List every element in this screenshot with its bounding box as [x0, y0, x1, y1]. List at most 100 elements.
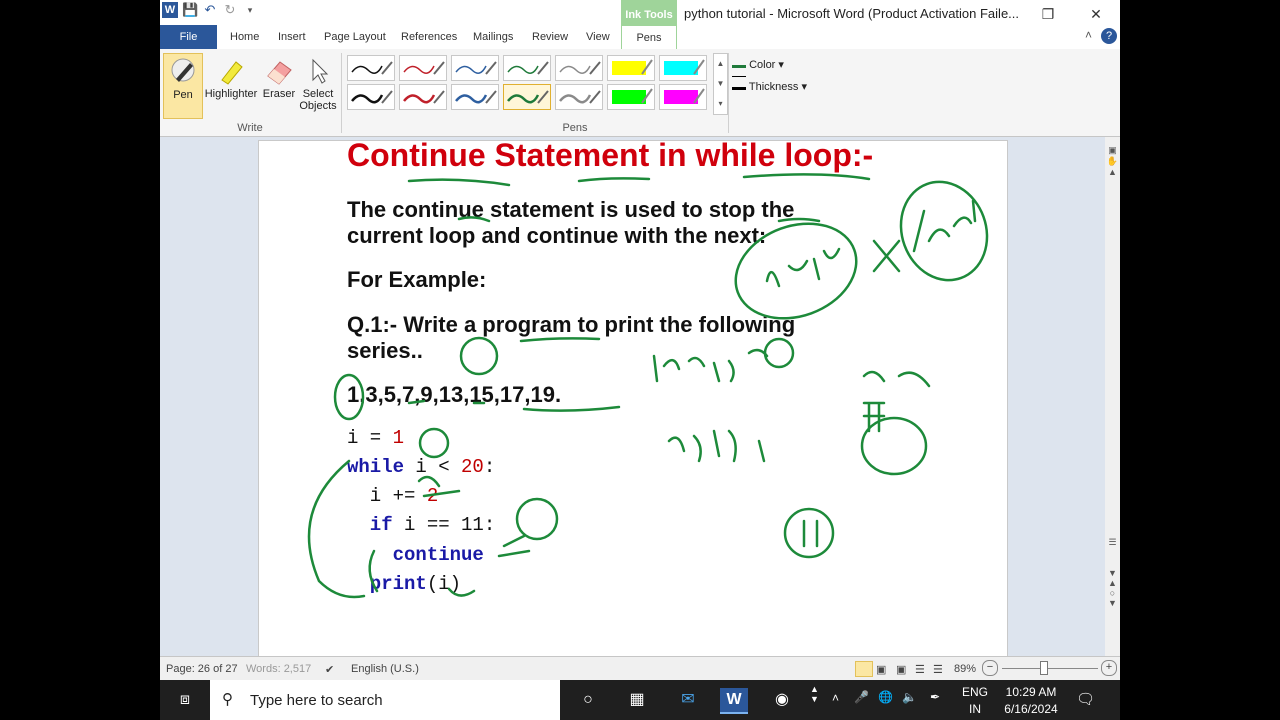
ink-tool-icon[interactable]: ▣ [1105, 145, 1120, 156]
pen-style-option[interactable] [399, 84, 447, 110]
tab-pens[interactable]: Pens [621, 25, 677, 50]
customize-qat-icon[interactable]: ▾ [242, 2, 258, 18]
browse-object-icon[interactable]: ○ [1105, 588, 1120, 598]
ink-handwritten-series [652, 348, 769, 383]
word-app-icon[interactable]: W [162, 2, 178, 18]
pen-button[interactable]: Pen [163, 53, 203, 119]
volume-icon[interactable]: 🔈 [902, 690, 917, 704]
web-layout-view-icon[interactable]: ▣ [896, 663, 906, 676]
hidden-icons-chevron[interactable]: ˄ [832, 691, 839, 705]
pen-style-option[interactable] [399, 55, 447, 81]
taskbar-search[interactable]: ⚲ Type here to search [210, 680, 560, 720]
next-page-icon[interactable]: ▼ [1105, 598, 1120, 608]
page-count[interactable]: Page: 26 of 27 [166, 663, 238, 675]
clock-date: 6/16/2024 [1004, 702, 1058, 716]
outline-view-icon[interactable]: ☰ [915, 663, 925, 676]
microphone-icon[interactable]: 🎤 [854, 690, 869, 704]
pen-style-option[interactable] [451, 55, 499, 81]
pen-style-option[interactable] [659, 84, 707, 110]
thickness-label: Thickness [748, 81, 799, 93]
pen-style-option[interactable] [347, 84, 395, 110]
tab-view[interactable]: View [586, 25, 610, 49]
scroll-thumb[interactable]: ☰ [1105, 537, 1120, 548]
gallery-up-icon[interactable]: ▲ [714, 54, 727, 74]
word-taskbar-icon[interactable]: W [720, 688, 748, 714]
network-icon[interactable]: 🌐 [878, 690, 893, 704]
tab-mailings[interactable]: Mailings [473, 25, 513, 49]
scroll-up-arrow[interactable]: ▲ ▼ [810, 684, 819, 704]
mail-icon[interactable]: ✉ [676, 688, 700, 712]
print-layout-view-icon[interactable] [855, 661, 873, 677]
code-line-3: i += 2 [347, 482, 438, 511]
tab-page-layout[interactable]: Page Layout [324, 25, 386, 49]
pen-workspace-icon[interactable]: ✒ [930, 690, 940, 704]
previous-page-icon[interactable]: ▲ [1105, 578, 1120, 588]
tab-home[interactable]: Home [230, 25, 259, 49]
ink-stroke [577, 177, 651, 183]
pen-style-option[interactable] [555, 55, 603, 81]
tab-file[interactable]: File [160, 25, 217, 49]
gallery-scroll[interactable]: ▲ ▼ ▾ [713, 53, 728, 115]
thickness-button[interactable]: Thickness ▾ [732, 76, 807, 93]
example-label: For Example: [347, 267, 487, 292]
ink-stroke [407, 178, 511, 187]
full-screen-view-icon[interactable]: ▣ [876, 663, 886, 676]
write-group-label: Write [237, 122, 263, 134]
scroll-up-icon[interactable]: ▲ [1105, 167, 1120, 177]
draft-view-icon[interactable]: ☰ [933, 663, 943, 676]
code-text: i += [347, 485, 427, 507]
gallery-more-icon[interactable]: ▾ [714, 94, 727, 114]
zoom-level[interactable]: 89% [954, 663, 976, 675]
paragraph-line-2: current loop and continue with the next: [347, 223, 767, 248]
language-indicator[interactable]: English (U.S.) [351, 663, 419, 675]
close-icon[interactable]: ✕ [1072, 0, 1120, 28]
notification-icon[interactable]: 🗨 [1076, 690, 1095, 708]
eraser-button[interactable]: Eraser [261, 53, 297, 117]
tab-insert[interactable]: Insert [278, 25, 306, 49]
zoom-in-icon[interactable]: + [1101, 660, 1117, 676]
windows-start-icon[interactable]: ⧈ [173, 688, 197, 712]
tab-review[interactable]: Review [532, 25, 568, 49]
pen-style-option[interactable] [347, 55, 395, 81]
undo-icon[interactable]: ↶ [202, 2, 218, 18]
restore-icon[interactable]: ❐ [1024, 0, 1072, 28]
pen-style-option[interactable] [503, 84, 551, 110]
pen-style-option[interactable] [607, 84, 655, 110]
eraser-label: Eraser [262, 88, 296, 100]
ink-11-strokes [802, 519, 819, 548]
pen-style-option[interactable] [659, 55, 707, 81]
scroll-down-icon[interactable]: ▼ [1105, 568, 1120, 578]
select-objects-button[interactable]: Select Objects [298, 53, 338, 117]
pen-icon [171, 58, 195, 82]
select-arrow-icon [312, 58, 329, 84]
pen-style-option[interactable] [451, 84, 499, 110]
word-count[interactable]: Words: 2,517 [246, 663, 311, 675]
task-view-icon[interactable]: ▦ [625, 688, 649, 712]
status-bar: Page: 26 of 27 Words: 2,517 ✔ English (U… [160, 656, 1120, 680]
obs-icon[interactable]: ◉ [770, 688, 794, 712]
pen-style-option[interactable] [555, 84, 603, 110]
pen-style-option[interactable] [607, 55, 655, 81]
color-button[interactable]: Color ▾ [732, 55, 784, 71]
language-indicator-taskbar[interactable]: ENG IN [962, 684, 988, 718]
gallery-down-icon[interactable]: ▼ [714, 74, 727, 94]
search-placeholder: Type here to search [250, 692, 383, 709]
zoom-out-icon[interactable]: − [982, 660, 998, 676]
save-icon[interactable]: 💾 [182, 2, 198, 18]
help-icon[interactable]: ? [1101, 28, 1117, 44]
vertical-scrollbar[interactable]: ▣ ✋ ▲ ☰ ▼ ▲ ○ ▼ [1105, 137, 1120, 656]
pen-style-option[interactable] [503, 55, 551, 81]
document-page[interactable]: Continue Statement in while loop:- The c… [258, 137, 1008, 662]
hand-icon[interactable]: ✋ [1105, 156, 1120, 167]
question-line-2: series.. [347, 338, 423, 363]
tab-references[interactable]: References [401, 25, 457, 49]
minimize-ribbon-icon[interactable]: ˄ [1085, 28, 1092, 42]
clock[interactable]: 10:29 AM 6/16/2024 [998, 684, 1064, 718]
zoom-slider-thumb[interactable] [1040, 661, 1048, 675]
lang-secondary: IN [969, 702, 981, 716]
redo-icon[interactable]: ↻ [222, 2, 238, 18]
highlighter-button[interactable]: Highlighter [203, 53, 259, 117]
proofing-icon[interactable]: ✔ [325, 663, 334, 676]
zoom-slider-track[interactable] [1002, 668, 1098, 669]
cortana-icon[interactable]: ○ [576, 688, 600, 712]
